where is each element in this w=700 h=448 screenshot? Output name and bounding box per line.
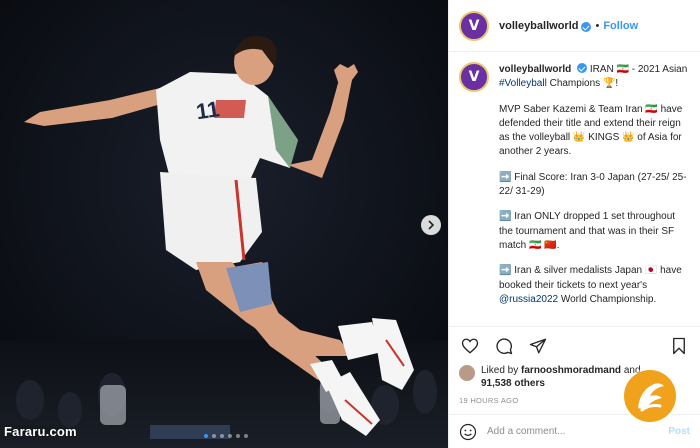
mention-link[interactable]: @russia2022 bbox=[499, 294, 558, 305]
caption: V volleyballworld IRAN 🇮🇷 - 2021 Asian #… bbox=[459, 62, 688, 307]
header-separator: • bbox=[595, 19, 600, 32]
share-icon bbox=[529, 338, 547, 353]
comment-button[interactable] bbox=[493, 335, 515, 357]
hashtag-link[interactable]: #Volleyball bbox=[499, 78, 547, 89]
caption-area: V volleyballworld IRAN 🇮🇷 - 2021 Asian #… bbox=[449, 52, 700, 326]
caption-para5-end: World Championship. bbox=[558, 293, 657, 305]
carousel-dot bbox=[220, 434, 224, 438]
liker-username[interactable]: farnooshmoradmand bbox=[521, 365, 621, 376]
caption-paragraph: MVP Saber Kazemi & Team Iran 🇮🇷 have def… bbox=[499, 103, 683, 158]
likes-prefix: Liked by bbox=[481, 365, 522, 376]
caption-line1: IRAN 🇮🇷 - 2021 Asian bbox=[589, 64, 688, 75]
post-photo[interactable]: 11 Fararu.com bbox=[0, 0, 448, 448]
caption-line1-end: Champions 🏆! bbox=[546, 78, 619, 90]
follow-button[interactable]: Follow bbox=[603, 20, 638, 32]
bookmark-icon bbox=[673, 337, 685, 354]
avatar-letter: V bbox=[468, 69, 480, 85]
jersey-number: 11 bbox=[194, 96, 221, 124]
carousel-dot bbox=[204, 434, 208, 438]
comment-input[interactable] bbox=[487, 426, 669, 437]
post-header: V volleyballworld • Follow bbox=[449, 0, 700, 52]
chevron-right-icon bbox=[428, 220, 435, 230]
post-comment-button[interactable]: Post bbox=[668, 426, 690, 437]
smiley-icon[interactable] bbox=[459, 423, 477, 441]
caption-paragraph: ➡️ Final Score: Iran 3-0 Japan (27-25/ 2… bbox=[499, 171, 687, 198]
caption-username[interactable]: volleyballworld bbox=[499, 64, 571, 75]
watermark-text: Fararu.com bbox=[4, 424, 77, 439]
share-button[interactable] bbox=[527, 335, 549, 357]
site-logo bbox=[624, 370, 676, 422]
liker-avatar[interactable] bbox=[459, 365, 475, 381]
like-button[interactable] bbox=[459, 335, 481, 357]
instagram-post: 11 Fararu.com V volleyballworld • Follow… bbox=[0, 0, 700, 448]
carousel-next-button[interactable] bbox=[421, 215, 441, 235]
avatar-letter: V bbox=[468, 17, 480, 34]
carousel-dot bbox=[228, 434, 232, 438]
save-button[interactable] bbox=[668, 335, 690, 357]
caption-avatar[interactable]: V bbox=[459, 62, 489, 92]
likes-text: Liked by farnooshmoradmand and 91,538 ot… bbox=[481, 364, 641, 390]
volleyball-player-image: 11 bbox=[0, 0, 448, 448]
caption-paragraph: ➡️ Iran & silver medalists Japan 🇯🇵 have… bbox=[499, 264, 688, 307]
fararu-logo-icon bbox=[638, 383, 664, 412]
action-bar bbox=[449, 326, 700, 364]
comment-icon bbox=[496, 337, 513, 354]
caption-text: volleyballworld IRAN 🇮🇷 - 2021 Asian #Vo… bbox=[499, 62, 688, 307]
verified-badge-icon bbox=[581, 21, 592, 32]
carousel-dot bbox=[236, 434, 240, 438]
carousel-dot bbox=[212, 434, 216, 438]
caption-para5-start: ➡️ Iran & silver medalists Japan 🇯🇵 have… bbox=[499, 265, 682, 291]
verified-badge-icon bbox=[577, 63, 588, 73]
likes-count[interactable]: 91,538 others bbox=[481, 378, 545, 389]
carousel-dot bbox=[244, 434, 248, 438]
avatar[interactable]: V bbox=[459, 10, 489, 41]
caption-paragraph: ➡️ Iran ONLY dropped 1 set throughout th… bbox=[499, 211, 676, 251]
header-username[interactable]: volleyballworld bbox=[499, 20, 578, 32]
heart-icon bbox=[461, 338, 479, 354]
carousel-indicator bbox=[204, 434, 248, 438]
